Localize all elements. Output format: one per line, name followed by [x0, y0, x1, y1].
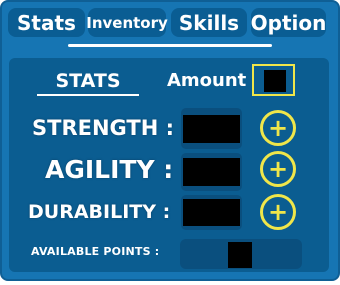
agility-plus-button[interactable]: + [260, 151, 296, 187]
durability-value [183, 199, 240, 226]
strength-label: STRENGTH : [32, 116, 175, 140]
section-title: STATS [55, 70, 121, 92]
available-points-label: AVAILABLE POINTS : [31, 245, 160, 258]
durability-value-box [181, 195, 242, 230]
available-points-value [228, 242, 252, 268]
amount-label: Amount : [167, 70, 260, 91]
strength-value-box [181, 108, 242, 149]
tab-divider [68, 44, 272, 47]
available-points-box [180, 239, 302, 269]
durability-plus-button[interactable]: + [260, 194, 296, 230]
durability-label: DURABILITY : [28, 201, 171, 223]
amount-input[interactable] [252, 64, 295, 96]
section-title-underline [37, 94, 139, 96]
strength-plus-button[interactable]: + [260, 110, 296, 146]
agility-label: AGILITY : [45, 155, 174, 184]
tab-option[interactable]: Option [251, 8, 326, 37]
tab-stats[interactable]: Stats [8, 8, 85, 37]
strength-value [183, 115, 240, 143]
agility-value-box [181, 153, 242, 191]
agility-value [183, 158, 240, 186]
tab-inventory[interactable]: Inventory [86, 8, 168, 37]
tab-skills[interactable]: Skills [171, 8, 247, 37]
amount-value [264, 70, 286, 92]
